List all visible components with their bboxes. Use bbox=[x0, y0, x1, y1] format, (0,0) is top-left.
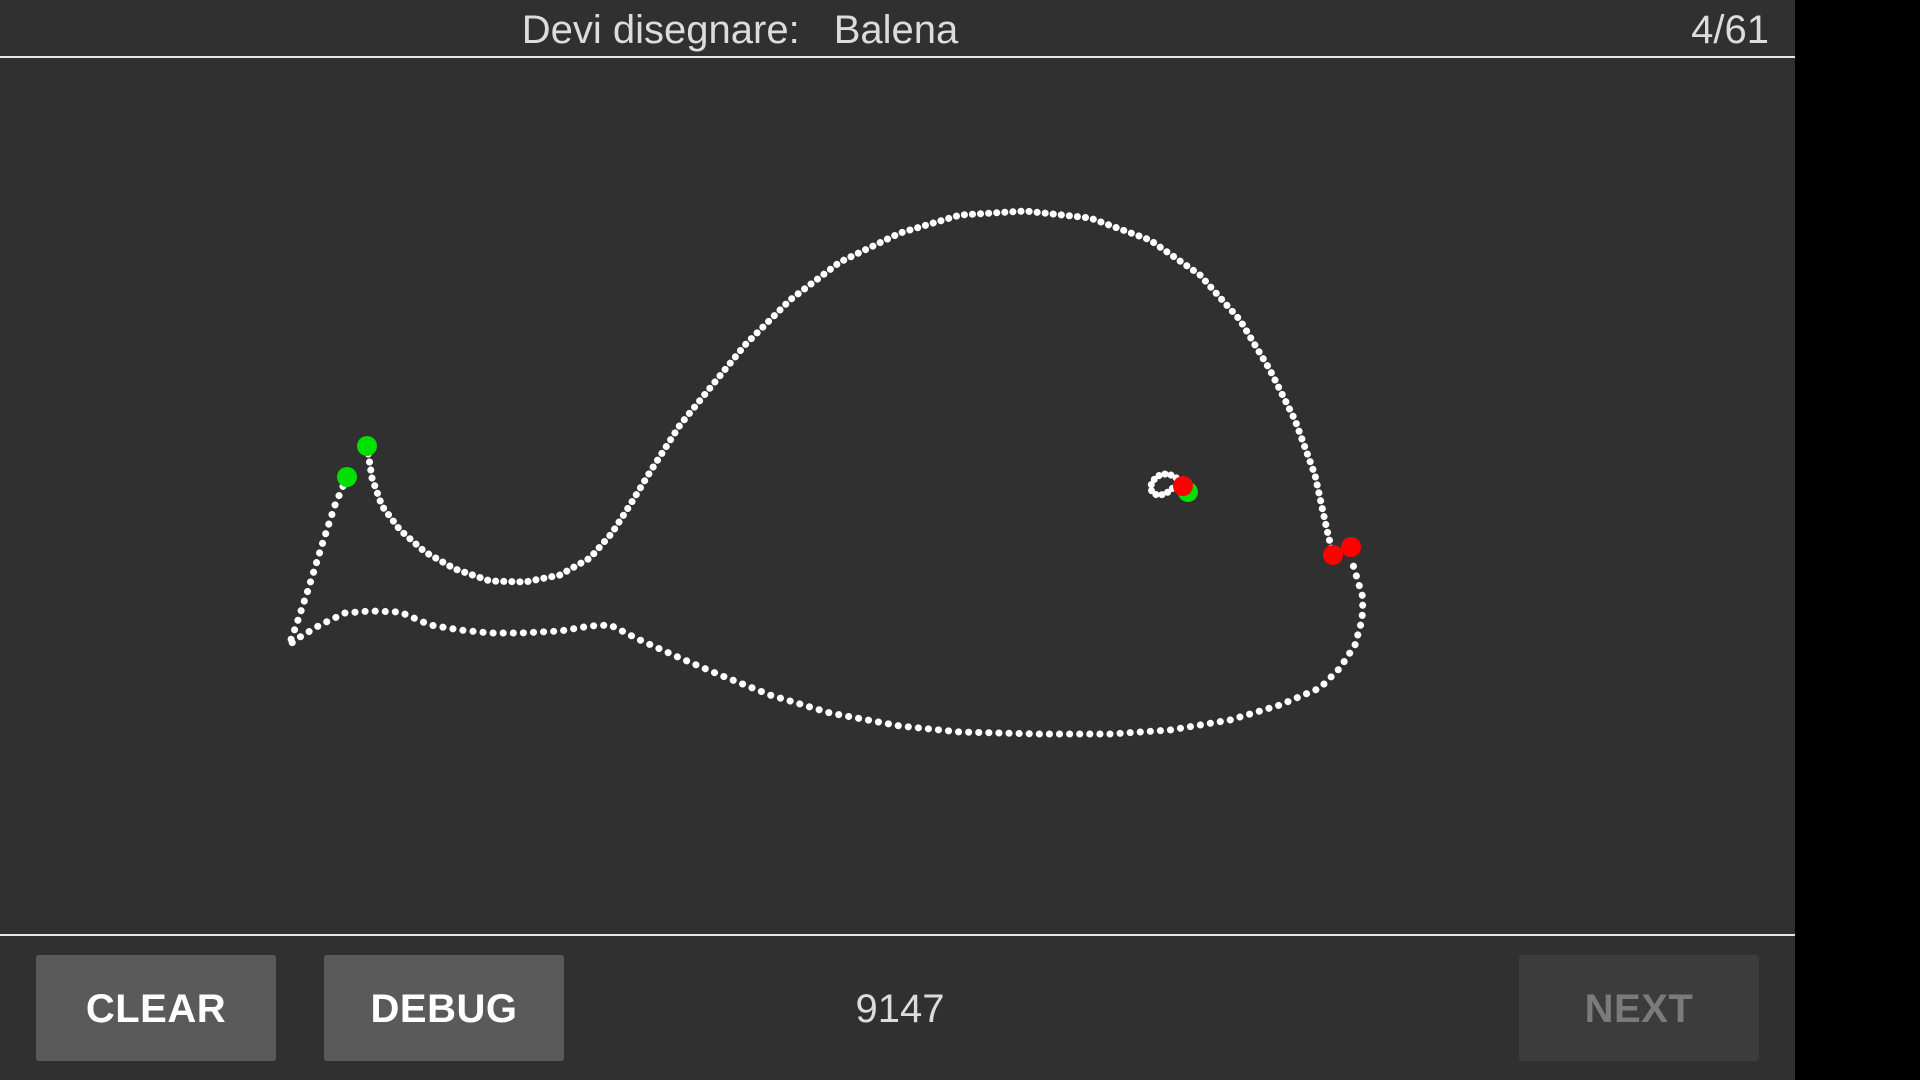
screen-edge bbox=[1795, 0, 1920, 1080]
score-value: 9147 bbox=[855, 987, 945, 1031]
stroke-start-marker bbox=[357, 436, 377, 456]
stroke-end-marker bbox=[1173, 476, 1193, 496]
header-bar: Devi disegnare: Balena 4/61 bbox=[0, 0, 1795, 57]
drawing-prompt: Devi disegnare: Balena bbox=[0, 0, 1480, 57]
footer-divider bbox=[0, 934, 1795, 936]
drawing-canvas[interactable] bbox=[0, 59, 1795, 934]
progress-counter: 4/61 bbox=[1691, 8, 1769, 52]
app-screen: Devi disegnare: Balena 4/61 CLEAR DEBUG 9… bbox=[0, 0, 1795, 1080]
stroke-end-marker bbox=[1323, 545, 1343, 565]
clear-button[interactable]: CLEAR bbox=[36, 955, 276, 1061]
prompt-label: Devi disegnare: bbox=[521, 8, 800, 52]
drawn-strokes bbox=[285, 207, 1367, 738]
target-word: Balena bbox=[833, 8, 959, 52]
debug-button[interactable]: DEBUG bbox=[324, 955, 564, 1061]
next-button[interactable]: NEXT bbox=[1519, 955, 1759, 1061]
stroke-markers bbox=[337, 436, 1361, 565]
stroke-back bbox=[363, 207, 1337, 586]
stroke-end-marker bbox=[1341, 537, 1361, 557]
stroke-tail-belly bbox=[285, 473, 1367, 738]
stroke-start-marker bbox=[337, 467, 357, 487]
header-divider bbox=[0, 56, 1795, 58]
